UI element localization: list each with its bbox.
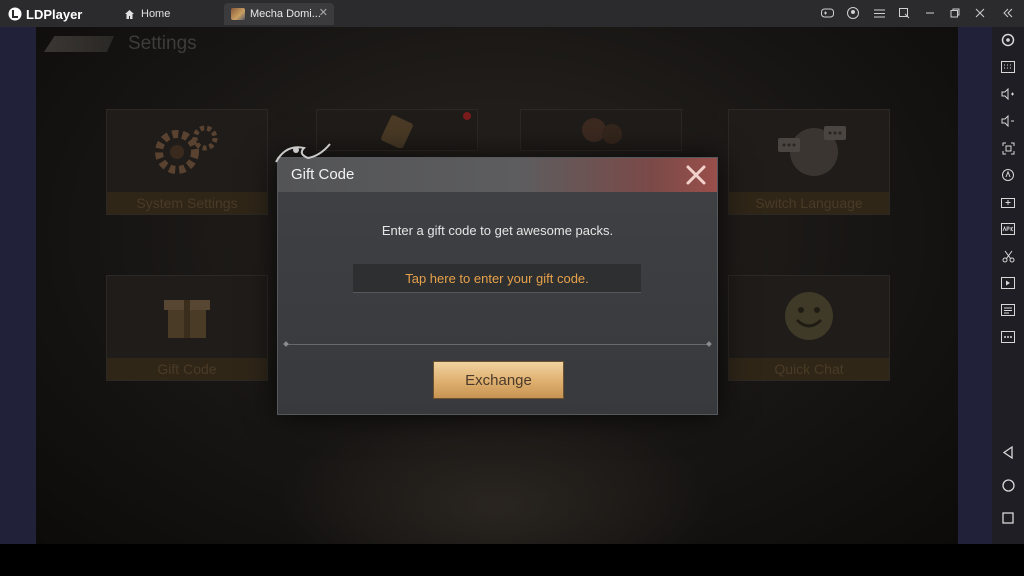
recents-icon[interactable]: [998, 508, 1018, 528]
floor-shadow: [276, 407, 716, 544]
dialog-body: Enter a gift code to get awesome packs. …: [278, 192, 717, 414]
exchange-button[interactable]: Exchange: [433, 361, 564, 399]
tile-gift-code[interactable]: Gift Code: [106, 275, 268, 381]
globe-chat-icon: [729, 110, 889, 190]
apk-icon[interactable]: [998, 219, 1018, 239]
tile-system-settings[interactable]: System Settings: [106, 109, 268, 215]
tab-home[interactable]: Home: [116, 3, 220, 25]
app-brand: LDPlayer: [8, 5, 82, 23]
characters-icon: [521, 110, 681, 150]
back-arrow-icon[interactable]: [44, 36, 114, 52]
gift-code-dialog: Gift Code Enter a gift code to get aweso…: [275, 143, 718, 415]
bottom-bar: [0, 544, 1024, 576]
settings-title: Settings: [128, 33, 197, 54]
tile-label: System Settings: [107, 192, 267, 214]
tab-home-label: Home: [141, 8, 171, 20]
tile-characters[interactable]: [520, 109, 682, 151]
brand-name: LDPlayer: [26, 6, 83, 22]
tab-close-icon[interactable]: ✕: [319, 6, 328, 19]
menu-icon[interactable]: [869, 4, 889, 22]
restore-icon[interactable]: [945, 4, 965, 22]
game-icon: [231, 8, 245, 20]
tab-mecha-domination[interactable]: Mecha Domi... ✕: [224, 3, 334, 25]
shared-folder-icon[interactable]: [998, 300, 1018, 320]
screenshot-icon[interactable]: [998, 138, 1018, 158]
close-icon[interactable]: [683, 162, 709, 188]
emulator-sidebar: [992, 27, 1024, 544]
game-viewport[interactable]: Settings System Settings Switch Language…: [36, 27, 958, 544]
gift-code-input[interactable]: [353, 264, 641, 293]
scissors-icon[interactable]: [998, 246, 1018, 266]
multi-instance-icon[interactable]: [894, 4, 914, 22]
letterbox-right: [958, 27, 992, 544]
keyboard-icon[interactable]: [998, 57, 1018, 77]
tile-label: Switch Language: [729, 192, 889, 214]
back-icon[interactable]: [998, 442, 1018, 462]
volume-up-icon[interactable]: [998, 84, 1018, 104]
close-icon[interactable]: [970, 4, 990, 22]
settings-header: Settings: [44, 33, 197, 55]
dialog-prompt: Enter a gift code to get awesome packs.: [381, 223, 614, 238]
tile-quick-chat[interactable]: Quick Chat: [728, 275, 890, 381]
home-icon: [125, 9, 134, 19]
notification-dot: [463, 112, 471, 120]
gears-icon: [107, 110, 267, 190]
volume-down-icon[interactable]: [998, 111, 1018, 131]
home-circle-icon[interactable]: [998, 475, 1018, 495]
title-bar: LDPlayer Home Mecha Domi... ✕: [0, 0, 1024, 27]
letterbox-left: [0, 27, 36, 544]
divider: [286, 344, 709, 345]
tile-label: Gift Code: [107, 358, 267, 380]
smiley-icon: [729, 276, 889, 356]
more-icon[interactable]: [998, 327, 1018, 347]
install-apk-icon[interactable]: [998, 192, 1018, 212]
tile-label: Quick Chat: [729, 358, 889, 380]
ldplayer-logo-icon: [8, 7, 22, 21]
rotate-icon[interactable]: [998, 165, 1018, 185]
gamepad-icon[interactable]: [817, 4, 837, 22]
tab-game-label: Mecha Domi...: [250, 8, 321, 20]
tile-switch-language[interactable]: Switch Language: [728, 109, 890, 215]
settings-icon[interactable]: [998, 30, 1018, 50]
dialog-title: Gift Code: [291, 166, 355, 183]
minimize-icon[interactable]: [920, 4, 940, 22]
gift-box-icon: [107, 276, 267, 356]
account-icon[interactable]: [843, 4, 863, 22]
ornament-icon: [275, 143, 331, 163]
video-icon[interactable]: [998, 273, 1018, 293]
collapse-sidebar-icon[interactable]: [998, 4, 1018, 22]
